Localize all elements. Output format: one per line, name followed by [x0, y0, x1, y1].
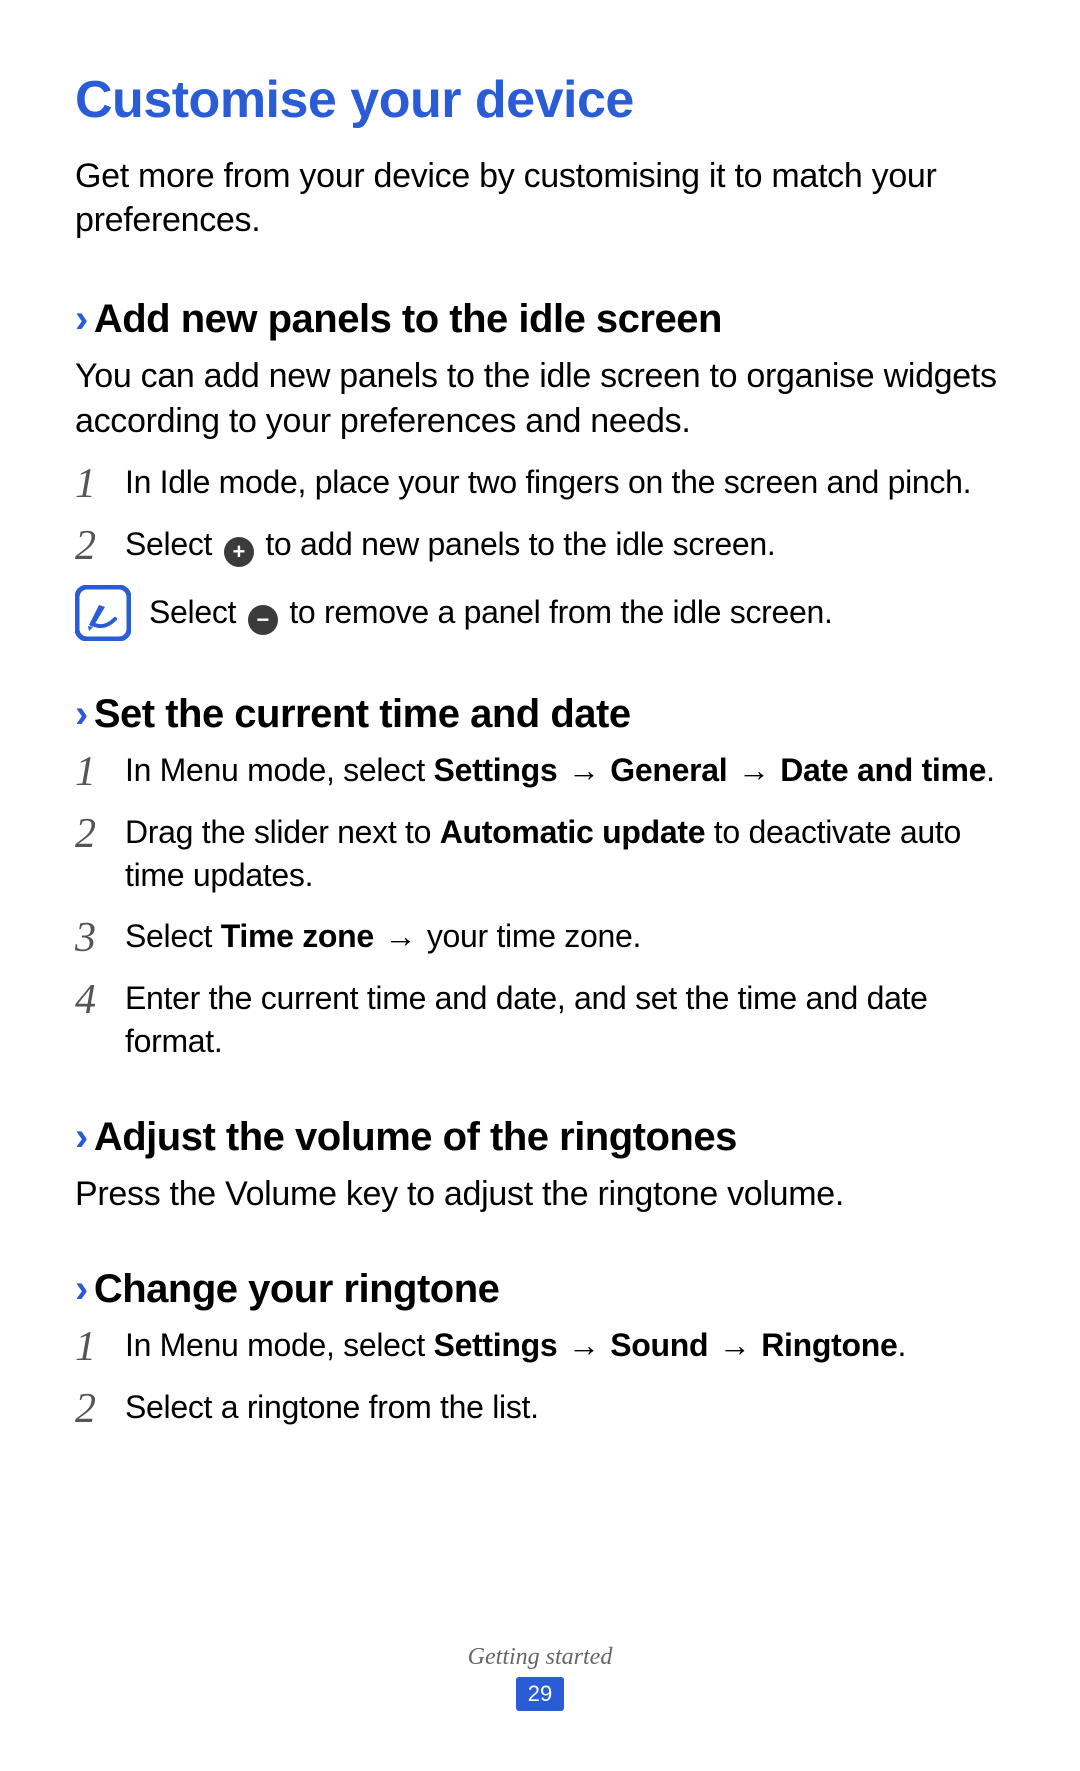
step-number: 4 — [75, 977, 125, 1021]
footer-section-label: Getting started — [0, 1644, 1080, 1671]
text-after: to remove a panel from the idle screen. — [281, 594, 833, 630]
step-number: 1 — [75, 461, 125, 505]
text-before: Select — [149, 594, 245, 630]
step-number: 1 — [75, 749, 125, 793]
step-2: 2 Select a ringtone from the list. — [75, 1386, 1005, 1430]
step-number: 1 — [75, 1324, 125, 1368]
bold: Date and time — [780, 752, 986, 788]
bold: Automatic update — [440, 814, 705, 850]
step-text: Drag the slider next to Automatic update… — [125, 811, 1005, 897]
text-after: to add new panels to the idle screen. — [257, 526, 776, 562]
chevron-icon: › — [75, 692, 88, 736]
step-text: Select a ringtone from the list. — [125, 1386, 1005, 1429]
arrow-icon: → — [738, 752, 770, 788]
arrow-icon: → — [568, 752, 600, 788]
bold: Settings — [434, 1327, 558, 1363]
step-3: 3 Select Time zone → your time zone. — [75, 915, 1005, 959]
intro-text: Get more from your device by customising… — [75, 154, 1005, 242]
step-1: 1 In Menu mode, select Settings → Sound … — [75, 1324, 1005, 1368]
heading-text: Change your ringtone — [94, 1267, 500, 1311]
chevron-icon: › — [75, 1267, 88, 1311]
section-time-date: ›Set the current time and date 1 In Menu… — [75, 689, 1005, 1064]
arrow-icon: → — [385, 918, 417, 954]
desc-add-panels: You can add new panels to the idle scree… — [75, 354, 1005, 442]
page-number: 29 — [516, 1677, 564, 1711]
text: Select — [125, 918, 221, 954]
text: . — [897, 1327, 906, 1363]
page-title: Customise your device — [75, 70, 1005, 130]
step-number: 2 — [75, 523, 125, 567]
step-4: 4 Enter the current time and date, and s… — [75, 977, 1005, 1063]
bold: Time zone — [221, 918, 374, 954]
plus-icon: + — [224, 537, 254, 567]
text: . — [986, 752, 995, 788]
step-2: 2 Drag the slider next to Automatic upda… — [75, 811, 1005, 897]
heading-text: Set the current time and date — [94, 692, 631, 736]
step-number: 2 — [75, 1386, 125, 1430]
bold: Settings — [434, 752, 558, 788]
section-ringtone: ›Change your ringtone 1 In Menu mode, se… — [75, 1264, 1005, 1430]
heading-text: Add new panels to the idle screen — [94, 297, 722, 341]
heading-add-panels: ›Add new panels to the idle screen — [75, 294, 1005, 344]
step-1: 1 In Idle mode, place your two fingers o… — [75, 461, 1005, 505]
step-1: 1 In Menu mode, select Settings → Genera… — [75, 749, 1005, 793]
page-content: Customise your device Get more from your… — [0, 0, 1080, 1430]
step-text: In Idle mode, place your two fingers on … — [125, 461, 1005, 504]
section-add-panels: ›Add new panels to the idle screen You c… — [75, 294, 1005, 640]
text: In Menu mode, select — [125, 752, 434, 788]
heading-text: Adjust the volume of the ringtones — [94, 1115, 737, 1159]
text: In Menu mode, select — [125, 1327, 434, 1363]
heading-volume: ›Adjust the volume of the ringtones — [75, 1112, 1005, 1162]
heading-time-date: ›Set the current time and date — [75, 689, 1005, 739]
desc-volume: Press the Volume key to adjust the ringt… — [75, 1172, 1005, 1216]
note-row: Select − to remove a panel from the idle… — [75, 585, 1005, 641]
step-text: Select + to add new panels to the idle s… — [125, 523, 1005, 567]
arrow-icon: → — [568, 1327, 600, 1363]
step-text: Select Time zone → your time zone. — [125, 915, 1005, 958]
step-2: 2 Select + to add new panels to the idle… — [75, 523, 1005, 567]
step-number: 2 — [75, 811, 125, 855]
note-text: Select − to remove a panel from the idle… — [149, 591, 833, 635]
bold: Ringtone — [761, 1327, 897, 1363]
bold: General — [610, 752, 727, 788]
footer: Getting started 29 — [0, 1644, 1080, 1711]
text: your time zone. — [418, 918, 641, 954]
bold: Sound — [610, 1327, 708, 1363]
step-text: In Menu mode, select Settings → General … — [125, 749, 1005, 792]
step-text: Enter the current time and date, and set… — [125, 977, 1005, 1063]
chevron-icon: › — [75, 297, 88, 341]
text: Drag the slider next to — [125, 814, 440, 850]
step-text: In Menu mode, select Settings → Sound → … — [125, 1324, 1005, 1367]
chevron-icon: › — [75, 1115, 88, 1159]
step-number: 3 — [75, 915, 125, 959]
section-volume: ›Adjust the volume of the ringtones Pres… — [75, 1112, 1005, 1216]
arrow-icon: → — [719, 1327, 751, 1363]
heading-ringtone: ›Change your ringtone — [75, 1264, 1005, 1314]
note-icon — [75, 585, 131, 641]
text-before: Select — [125, 526, 221, 562]
minus-icon: − — [248, 605, 278, 635]
